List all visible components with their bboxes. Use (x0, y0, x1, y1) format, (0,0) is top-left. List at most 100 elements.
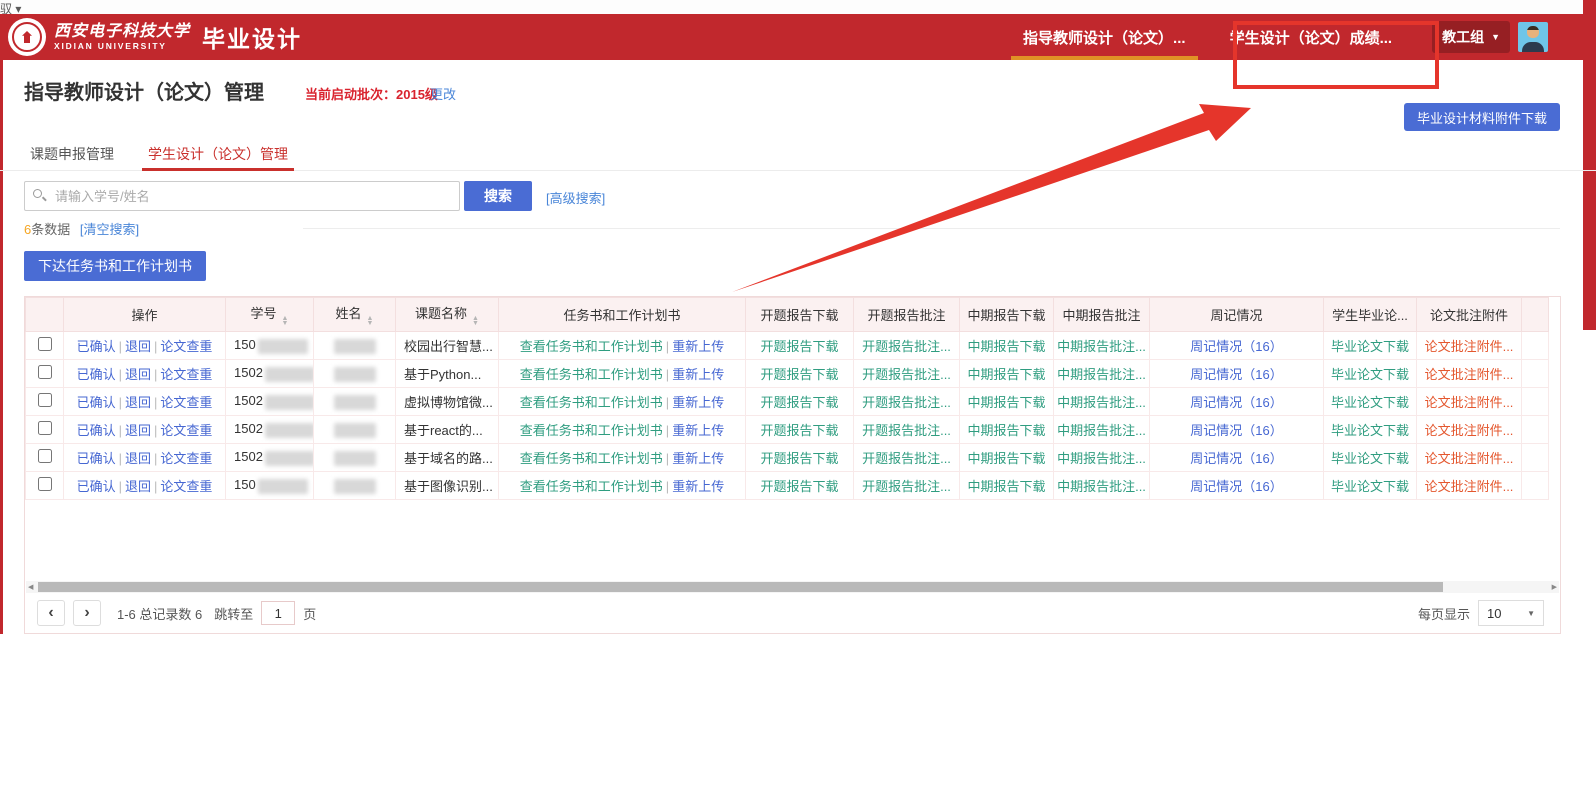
weekly-journal-link[interactable]: 周记情况（16） (1190, 367, 1282, 382)
opening-report-annotate-link[interactable]: 开题报告批注... (862, 395, 951, 410)
thesis-annotation-link[interactable]: 论文批注附件... (1425, 451, 1514, 466)
scroll-right-icon[interactable]: ▶ (1552, 583, 1557, 591)
thesis-annotation-link[interactable]: 论文批注附件... (1425, 367, 1514, 382)
bookmark-item[interactable]: 驭 ▾ (0, 0, 1583, 14)
thesis-download-link[interactable]: 毕业论文下载 (1331, 395, 1409, 410)
reupload-link[interactable]: 重新上传 (672, 395, 724, 410)
thesis-annotation-link[interactable]: 论文批注附件... (1425, 423, 1514, 438)
dup-check-link[interactable]: 论文查重 (160, 395, 212, 410)
advanced-search-link[interactable]: [高级搜索] (546, 188, 605, 207)
opening-report-download-link[interactable]: 开题报告下载 (760, 479, 838, 494)
tab-student-design-management[interactable]: 学生设计（论文）管理 (148, 139, 288, 170)
thesis-annotation-link[interactable]: 论文批注附件... (1425, 395, 1514, 410)
reupload-link[interactable]: 重新上传 (672, 451, 724, 466)
scrollbar-thumb[interactable] (38, 582, 1443, 592)
confirm-link[interactable]: 已确认 (77, 479, 116, 494)
mid-report-annotate-link[interactable]: 中期报告批注... (1057, 423, 1146, 438)
confirm-link[interactable]: 已确认 (77, 367, 116, 382)
opening-report-annotate-link[interactable]: 开题报告批注... (862, 367, 951, 382)
weekly-journal-link[interactable]: 周记情况（16） (1190, 423, 1282, 438)
thesis-download-link[interactable]: 毕业论文下载 (1331, 451, 1409, 466)
change-batch-link[interactable]: 更改 (430, 84, 456, 103)
confirm-link[interactable]: 已确认 (77, 339, 116, 354)
sort-down-icon[interactable]: ▼ (367, 321, 374, 326)
send-back-link[interactable]: 退回 (125, 367, 151, 382)
thesis-download-link[interactable]: 毕业论文下载 (1331, 339, 1409, 354)
confirm-link[interactable]: 已确认 (77, 451, 116, 466)
opening-report-download-link[interactable]: 开题报告下载 (760, 451, 838, 466)
mid-report-annotate-link[interactable]: 中期报告批注... (1057, 479, 1146, 494)
view-task-book-link[interactable]: 查看任务书和工作计划书 (520, 395, 663, 410)
opening-report-annotate-link[interactable]: 开题报告批注... (862, 451, 951, 466)
thesis-download-link[interactable]: 毕业论文下载 (1331, 423, 1409, 438)
user-avatar[interactable] (1518, 22, 1548, 52)
dup-check-link[interactable]: 论文查重 (160, 479, 212, 494)
nav-item-student-grades[interactable]: 学生设计（论文）成绩... (1208, 14, 1415, 60)
dup-check-link[interactable]: 论文查重 (160, 451, 212, 466)
thesis-annotation-link[interactable]: 论文批注附件... (1425, 339, 1514, 354)
thesis-annotation-link[interactable]: 论文批注附件... (1425, 479, 1514, 494)
mid-report-annotate-link[interactable]: 中期报告批注... (1057, 451, 1146, 466)
view-task-book-link[interactable]: 查看任务书和工作计划书 (520, 367, 663, 382)
opening-report-download-link[interactable]: 开题报告下载 (760, 423, 838, 438)
mid-report-download-link[interactable]: 中期报告下载 (967, 423, 1045, 438)
view-task-book-link[interactable]: 查看任务书和工作计划书 (520, 423, 663, 438)
view-task-book-link[interactable]: 查看任务书和工作计划书 (520, 479, 663, 494)
material-attachment-download-button[interactable]: 毕业设计材料附件下载 (1404, 103, 1560, 131)
dup-check-link[interactable]: 论文查重 (160, 339, 212, 354)
opening-report-annotate-link[interactable]: 开题报告批注... (862, 339, 951, 354)
row-checkbox[interactable] (38, 449, 52, 463)
weekly-journal-link[interactable]: 周记情况（16） (1190, 451, 1282, 466)
send-back-link[interactable]: 退回 (125, 479, 151, 494)
thesis-download-link[interactable]: 毕业论文下载 (1331, 367, 1409, 382)
mid-report-download-link[interactable]: 中期报告下载 (967, 451, 1045, 466)
row-checkbox[interactable] (38, 365, 52, 379)
mid-report-download-link[interactable]: 中期报告下载 (967, 367, 1045, 382)
confirm-link[interactable]: 已确认 (77, 395, 116, 410)
thesis-download-link[interactable]: 毕业论文下载 (1331, 479, 1409, 494)
opening-report-download-link[interactable]: 开题报告下载 (760, 367, 838, 382)
weekly-journal-link[interactable]: 周记情况（16） (1190, 479, 1282, 494)
mid-report-annotate-link[interactable]: 中期报告批注... (1057, 395, 1146, 410)
mid-report-download-link[interactable]: 中期报告下载 (967, 479, 1045, 494)
opening-report-annotate-link[interactable]: 开题报告批注... (862, 423, 951, 438)
next-page-button[interactable]: › (73, 600, 101, 626)
prev-page-button[interactable]: ‹ (37, 600, 65, 626)
send-back-link[interactable]: 退回 (125, 339, 151, 354)
send-back-link[interactable]: 退回 (125, 395, 151, 410)
sort-down-icon[interactable]: ▼ (282, 321, 289, 326)
dup-check-link[interactable]: 论文查重 (160, 423, 212, 438)
sort-down-icon[interactable]: ▼ (472, 321, 479, 326)
search-button[interactable]: 搜索 (464, 181, 532, 211)
assign-task-book-button[interactable]: 下达任务书和工作计划书 (24, 251, 206, 281)
view-task-book-link[interactable]: 查看任务书和工作计划书 (520, 451, 663, 466)
weekly-journal-link[interactable]: 周记情况（16） (1190, 339, 1282, 354)
reupload-link[interactable]: 重新上传 (672, 339, 724, 354)
reupload-link[interactable]: 重新上传 (672, 423, 724, 438)
mid-report-download-link[interactable]: 中期报告下载 (967, 339, 1045, 354)
row-checkbox[interactable] (38, 393, 52, 407)
weekly-journal-link[interactable]: 周记情况（16） (1190, 395, 1282, 410)
reupload-link[interactable]: 重新上传 (672, 479, 724, 494)
send-back-link[interactable]: 退回 (125, 423, 151, 438)
row-checkbox[interactable] (38, 337, 52, 351)
user-group-menu[interactable]: 教工组 ▼ (1432, 21, 1510, 53)
row-checkbox[interactable] (38, 421, 52, 435)
reupload-link[interactable]: 重新上传 (672, 367, 724, 382)
per-page-select[interactable]: 10 ▼ (1478, 600, 1544, 626)
opening-report-download-link[interactable]: 开题报告下载 (760, 395, 838, 410)
opening-report-annotate-link[interactable]: 开题报告批注... (862, 479, 951, 494)
jump-page-input[interactable] (261, 601, 295, 625)
horizontal-scrollbar[interactable]: ◀ ▶ (26, 581, 1559, 593)
row-checkbox[interactable] (38, 477, 52, 491)
opening-report-download-link[interactable]: 开题报告下载 (760, 339, 838, 354)
scroll-left-icon[interactable]: ◀ (28, 583, 33, 591)
confirm-link[interactable]: 已确认 (77, 423, 116, 438)
dup-check-link[interactable]: 论文查重 (160, 367, 212, 382)
mid-report-download-link[interactable]: 中期报告下载 (967, 395, 1045, 410)
nav-item-teacher-design[interactable]: 指导教师设计（论文）... (1001, 14, 1208, 60)
tab-topic-application[interactable]: 课题申报管理 (30, 139, 114, 170)
mid-report-annotate-link[interactable]: 中期报告批注... (1057, 367, 1146, 382)
mid-report-annotate-link[interactable]: 中期报告批注... (1057, 339, 1146, 354)
search-input[interactable] (24, 181, 460, 211)
